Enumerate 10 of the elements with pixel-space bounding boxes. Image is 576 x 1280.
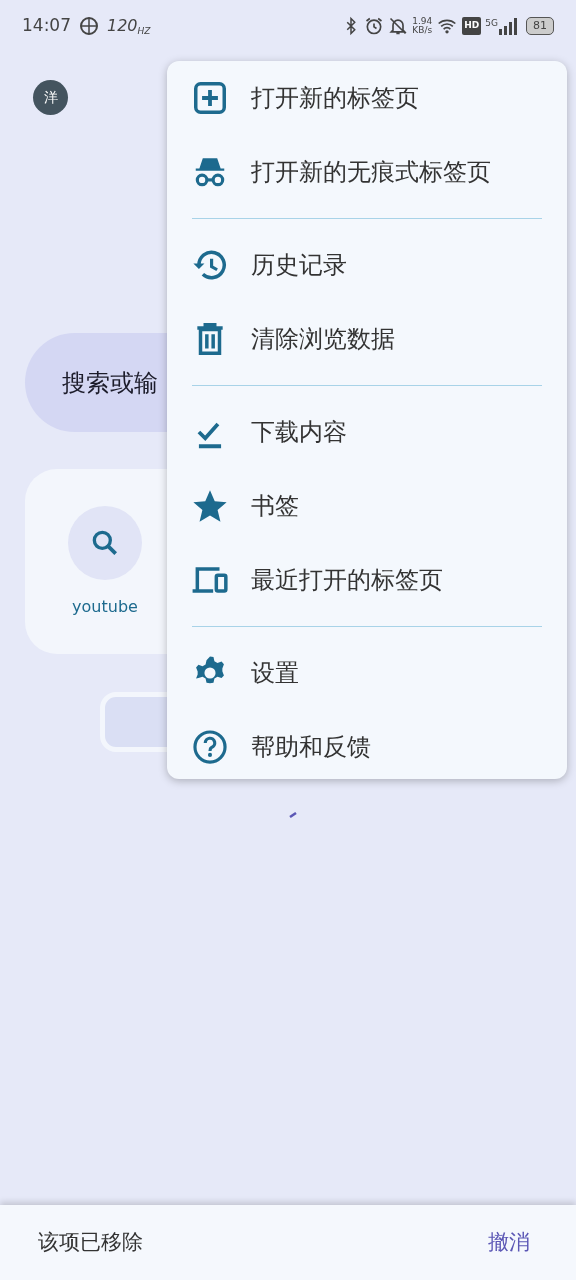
clock-time: 14:07 [22, 14, 71, 38]
speed-unit: KB/s [412, 26, 433, 35]
snackbar-message: 该项已移除 [38, 1228, 143, 1256]
battery-level: 81 [526, 16, 554, 36]
refresh-rate: 120 [107, 15, 138, 37]
network-speed: 1.94 [412, 17, 433, 26]
search-placeholder: 搜索或输 [62, 367, 158, 399]
hd-indicator: HD [462, 17, 482, 35]
refresh-unit: HZ [137, 25, 151, 38]
network-type: 5G [485, 17, 498, 30]
